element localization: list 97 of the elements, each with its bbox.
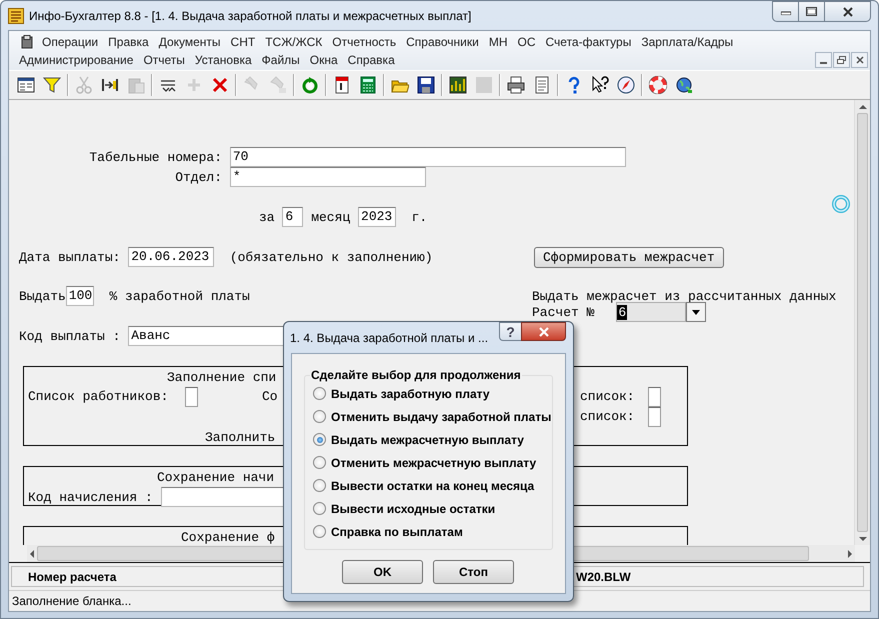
status-message: Заполнение бланка... [12, 594, 132, 608]
radio-option[interactable]: Вывести остатки на конец месяца [313, 474, 552, 497]
menu-item[interactable]: Установка [190, 53, 257, 67]
dialog-button[interactable]: OK [342, 560, 423, 584]
restore-icon [837, 56, 846, 64]
menu-item[interactable]: Зарплата/Кадры [636, 35, 738, 49]
field-label: Выдать [19, 288, 66, 304]
menu-item[interactable]: Окна [304, 53, 343, 67]
field-label: Табельные номера: [89, 150, 222, 164]
window-title: Инфо-Бухгалтер 8.8 - [1. 4. Выдача заработной платы и межрасчетных выплат] [29, 8, 472, 22]
delete-icon[interactable] [211, 76, 229, 94]
menu-item[interactable]: Счета-фактуры [540, 35, 636, 49]
document-icon[interactable] [533, 76, 551, 94]
group-title: Заполнение спи [167, 370, 276, 384]
lifebuoy-icon[interactable] [649, 76, 667, 94]
field-label: Список работников: [28, 389, 170, 405]
field-label: список: [580, 409, 636, 425]
chart-icon[interactable] [449, 76, 467, 94]
menu-item[interactable]: Файлы [256, 53, 305, 67]
menu-item[interactable]: Администрирование [14, 53, 138, 67]
field-label: Код начисления : [28, 490, 154, 504]
radio-option[interactable]: Справка по выплатам [313, 520, 552, 543]
menu-item[interactable]: Справочники [401, 35, 484, 49]
field-label: Дата выплаты: [19, 250, 122, 264]
calculator-icon[interactable] [359, 76, 377, 94]
close-icon [842, 6, 854, 16]
menu-item[interactable]: МН [484, 35, 513, 49]
document-menu-icon[interactable] [21, 35, 33, 49]
arrows-icon[interactable] [101, 76, 119, 94]
field-label: % заработной платы [108, 288, 250, 304]
ring-icon [831, 194, 851, 214]
hint-text: (обязательно к заполнению) [228, 250, 433, 264]
scroll-right-icon[interactable] [845, 548, 855, 558]
field-label: Заполнить [205, 430, 276, 444]
maximize-button[interactable] [798, 1, 824, 22]
app-icon [8, 8, 24, 24]
menu-item[interactable]: Справка [342, 53, 400, 67]
month-field[interactable]: 6 [282, 207, 304, 227]
menu-item[interactable]: ТСЖ/ЖСК [260, 35, 328, 49]
menu-item[interactable]: Операции [37, 35, 104, 49]
calendar-icon[interactable] [333, 76, 351, 94]
close-button[interactable] [521, 322, 566, 341]
close-button[interactable] [824, 1, 871, 22]
vertical-scrollbar[interactable] [854, 100, 870, 545]
section-label: Выдать межрасчет из рассчитанных данных [532, 288, 836, 304]
percent-field[interactable]: 100 [66, 286, 94, 306]
tab-number-field[interactable]: 70 [230, 147, 626, 167]
field-label: Код выплаты : [19, 328, 122, 344]
filter-icon[interactable] [43, 76, 61, 94]
field-label: г. [410, 210, 428, 224]
checkbox[interactable] [648, 407, 661, 427]
menu-item[interactable]: Правка [103, 35, 154, 49]
refresh-icon[interactable] [301, 76, 319, 94]
radio-option[interactable]: Выдать межрасчетную выплату [313, 428, 552, 451]
field-label: за [259, 210, 276, 224]
status-value: W20.BLW [576, 570, 631, 584]
radio-option[interactable]: Выдать заработную плату [313, 382, 552, 405]
field-label: список: [580, 389, 636, 405]
menu-item[interactable]: ОС [512, 35, 541, 49]
checkbox[interactable] [648, 387, 661, 407]
close-icon [856, 56, 864, 64]
save-icon[interactable] [417, 76, 435, 94]
menu-item[interactable]: СНТ [226, 35, 260, 49]
minimize-icon [780, 8, 790, 14]
printer-icon[interactable] [507, 76, 525, 94]
window-icon[interactable] [17, 76, 35, 94]
checkbox[interactable] [185, 387, 198, 407]
restore-button[interactable] [833, 52, 850, 68]
compass-icon[interactable] [617, 76, 635, 94]
group-title: Сохранение начи [157, 470, 274, 484]
close-icon [538, 326, 550, 336]
globe-icon[interactable] [675, 76, 693, 94]
department-field[interactable]: * [230, 167, 426, 187]
maximize-icon [806, 7, 817, 16]
radio-option[interactable]: Вывести исходные остатки [313, 497, 552, 520]
menu-item[interactable]: Документы [154, 35, 226, 49]
minimize-button[interactable] [772, 1, 798, 22]
pointer-help-icon[interactable] [591, 76, 609, 94]
field-label: Отдел: [175, 170, 222, 184]
close-button[interactable] [851, 52, 868, 68]
dialog-button[interactable]: Стоп [433, 560, 514, 584]
status-label: Номер расчета [28, 570, 116, 584]
group-caption: Сделайте выбор для продолжения [310, 368, 522, 382]
field-label: Расчет № [532, 304, 594, 320]
field-label: Со [262, 389, 279, 405]
menu-item[interactable]: Отчеты [138, 53, 190, 67]
group-title: Сохранение ф [181, 530, 275, 544]
date-field[interactable]: 20.06.2023 [128, 247, 214, 267]
caret-icon [692, 310, 700, 314]
build-button[interactable]: Сформировать межрасчет [534, 246, 724, 268]
minimize-button[interactable] [815, 52, 832, 68]
radio-option[interactable]: Отменить межрасчетную выплату [313, 451, 552, 474]
help-button[interactable]: ? [499, 322, 521, 341]
field-label: месяц [310, 210, 352, 224]
radio-option[interactable]: Отменить выдачу заработной платы [313, 405, 552, 428]
year-field[interactable]: 2023 [358, 207, 396, 227]
menu-item[interactable]: Отчетность [327, 35, 402, 49]
